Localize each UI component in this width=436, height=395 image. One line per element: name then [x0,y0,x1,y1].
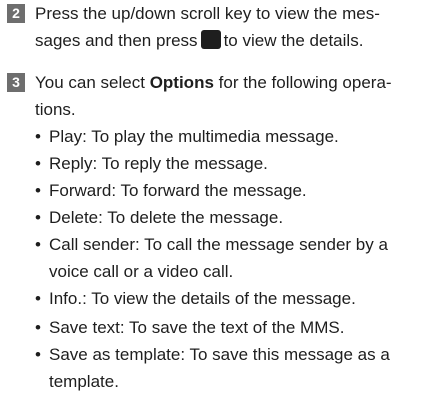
option-item-forward: • Forward: To forward the message. [35,177,430,204]
option-item-info: • Info.: To view the details of the messa… [35,285,430,312]
option-item-delete: • Delete: To delete the message. [35,204,430,231]
bullet-dot: • [35,181,41,200]
options-label: Options [149,73,214,92]
option-text: Delete: To delete the message. [49,208,284,227]
option-item-save-text: • Save text: To save the text of the MMS. [35,314,430,341]
bullet-dot: • [35,154,41,173]
option-text: Save text: To save the text of the MMS. [49,318,345,337]
center-select-key-icon [200,30,221,49]
step-2-text-after-key: to view the details. [223,31,364,50]
step-number-badge: 3 [7,73,25,92]
bullet-dot: • [35,208,41,227]
step-number-badge: 2 [7,4,25,23]
step-3-text-before-options: You can select [35,73,145,92]
bullet-dot: • [35,127,41,146]
step-2-line-2: sages and then press to view the details. [35,27,432,54]
step-3-line-2: tions. [35,100,76,119]
bullet-dot: • [35,289,41,308]
option-text: Call sender: To call the message sender … [49,235,388,254]
options-list: • Play: To play the multimedia message. •… [35,123,430,395]
option-item-reply: • Reply: To reply the message. [35,150,430,177]
step-2-line-1: Press the up/down scroll key to view the… [35,4,380,23]
option-text: Play: To play the multimedia message. [49,127,339,146]
step-3-line-1: You can select Options for the following… [35,69,432,96]
option-item-save-as-template: • Save as template: To save this message … [35,341,430,395]
bullet-dot: • [35,345,41,364]
option-text-continued: template. [49,372,119,391]
option-text-continued: voice call or a video call. [49,262,234,281]
step-2-text-before-key: sages and then press [35,31,198,50]
step-3-text-after-options: for the following opera- [218,73,392,92]
option-text: Reply: To reply the message. [49,154,268,173]
bullet-dot: • [35,235,41,254]
option-item-play: • Play: To play the multimedia message. [35,123,430,150]
option-text: Save as template: To save this message a… [49,345,390,364]
bullet-dot: • [35,318,41,337]
option-item-call-sender: • Call sender: To call the message sender… [35,231,430,285]
option-text: Forward: To forward the message. [49,181,307,200]
option-text: Info.: To view the details of the messag… [49,289,356,308]
